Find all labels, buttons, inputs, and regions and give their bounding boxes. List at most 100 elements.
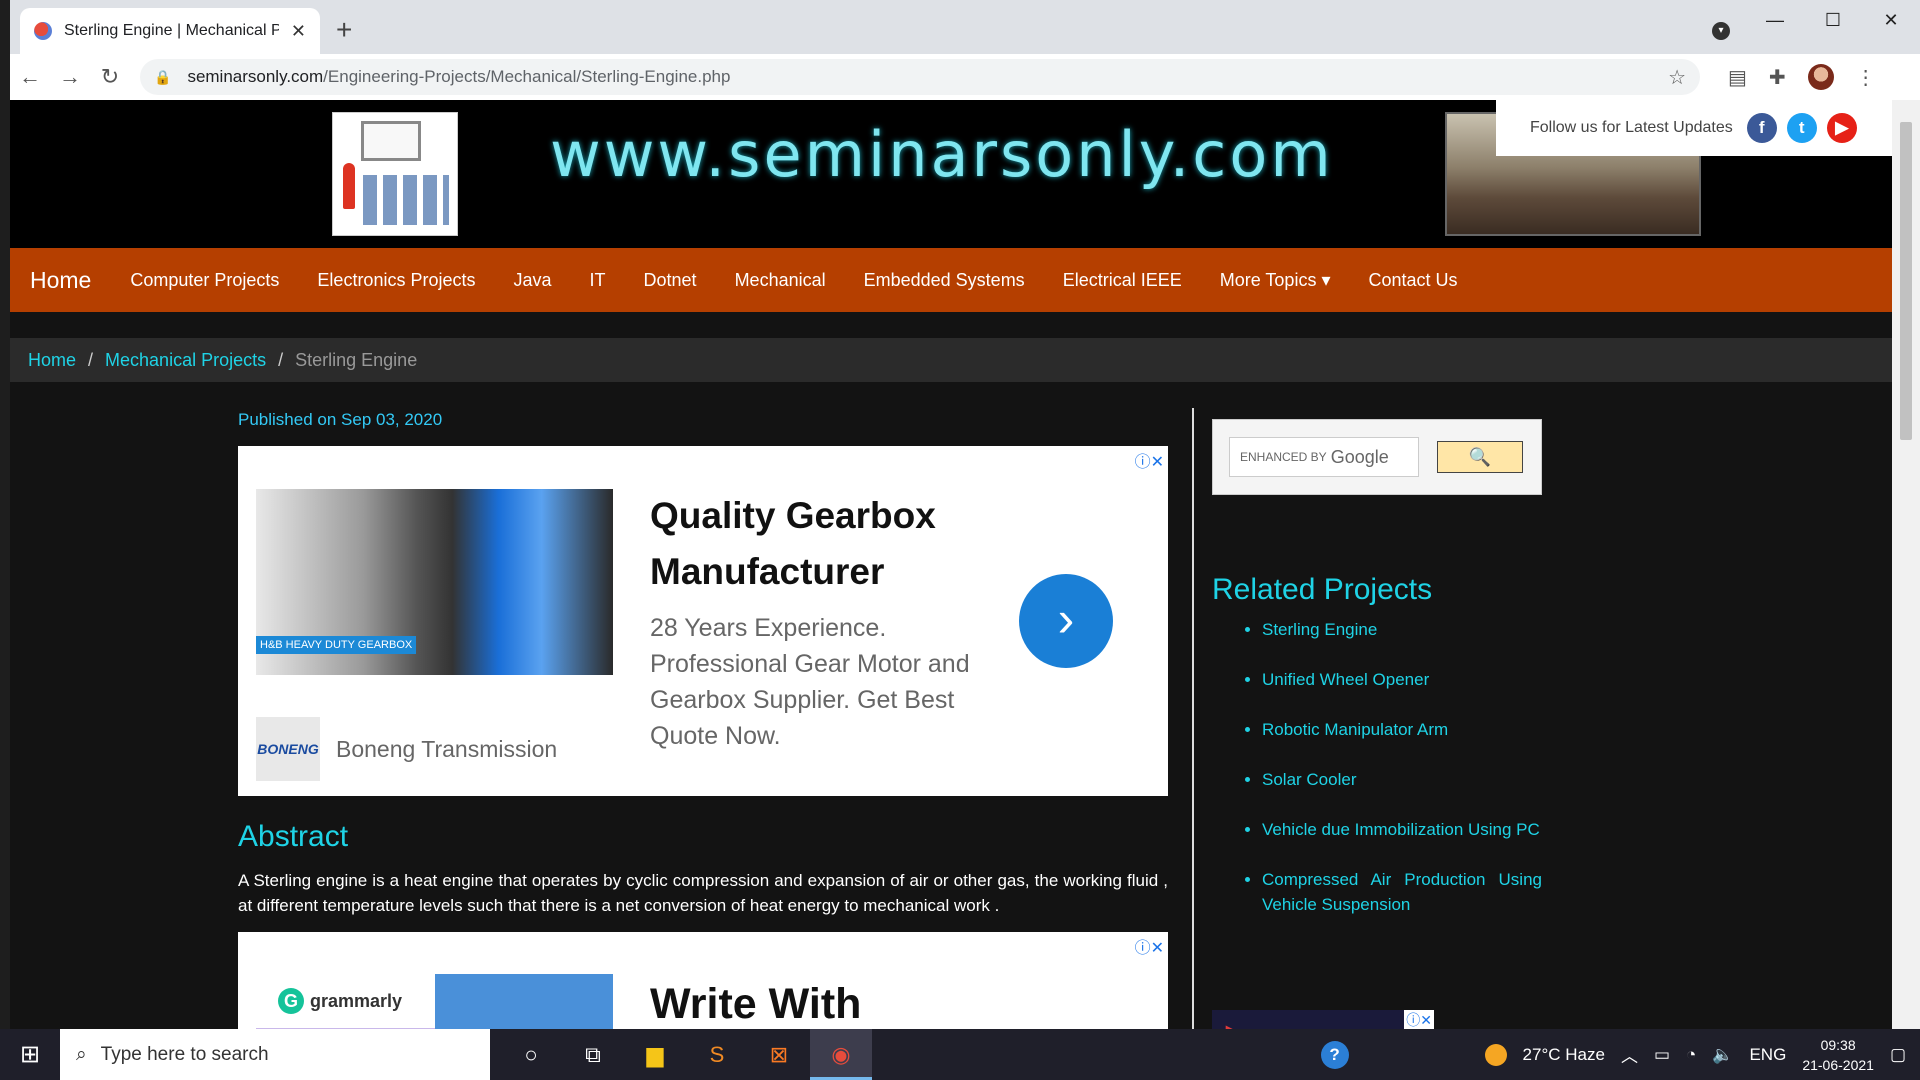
help-icon[interactable]: ? [1320,1040,1349,1069]
toolbar-icons: ▤ ✚ ⋮ [1728,64,1876,90]
nav-java[interactable]: Java [494,270,570,291]
search-button[interactable]: 🔍 [1437,441,1523,473]
clock-date: 21-06-2021 [1802,1056,1874,1073]
related-link[interactable]: Robotic Manipulator Arm [1262,717,1542,742]
taskbar-search[interactable]: ⌕ Type here to search [60,1029,490,1080]
site-logo-image[interactable] [332,112,458,236]
google-search-box: ENHANCED BY Google 🔍 [1212,419,1542,495]
web-page: www.seminarsonly.com Follow us for Lates… [10,100,1892,1029]
related-link[interactable]: Sterling Engine [1262,617,1542,642]
page-scrollbar[interactable] [1892,100,1920,1029]
search-input[interactable]: ENHANCED BY Google [1229,437,1419,477]
facebook-icon[interactable]: f [1746,113,1777,143]
related-projects-list: Sterling Engine Unified Wheel Opener Rob… [1212,617,1542,917]
system-tray: ? 27°C Haze ︿ ▭ ◔ 🔈 ENG 09:38 21-06-2021… [1320,1035,1920,1075]
abstract-heading: Abstract [238,820,349,853]
tab-search-icon[interactable]: ▾ [1712,22,1730,40]
nav-mechanical[interactable]: Mechanical [716,270,845,291]
language-indicator[interactable]: ENG [1749,1045,1786,1065]
nav-computer-projects[interactable]: Computer Projects [111,270,298,291]
extension-icon[interactable]: ▤ [1728,65,1747,90]
file-explorer-icon[interactable]: ▆ [624,1029,686,1080]
related-link[interactable]: Vehicle due Immobilization Using PC [1262,817,1542,842]
ad-choices-icon[interactable]: ⓘ✕ [1404,1010,1434,1029]
site-title: www.seminarsonly.com [550,118,1334,191]
ad-brand[interactable]: Boneng Transmission [336,736,557,763]
related-link[interactable]: Compressed Air Production Using Vehicle … [1262,867,1542,917]
gearbox-ad[interactable]: ⓘ✕ H&B HEAVY DUTY GEARBOX Quality Gearbo… [238,446,1168,796]
nav-it[interactable]: IT [571,270,625,291]
volume-icon[interactable]: 🔈 [1712,1045,1733,1065]
related-projects-heading: Related Projects [1212,573,1433,606]
related-link[interactable]: Solar Cooler [1262,767,1542,792]
xampp-icon[interactable]: ⊠ [748,1029,810,1080]
back-icon[interactable]: ← [10,64,50,90]
taskbar-search-placeholder: Type here to search [100,1043,269,1065]
close-tab-icon[interactable]: ✕ [291,21,306,42]
nav-more-topics[interactable]: More Topics ▾ [1201,270,1350,291]
related-link[interactable]: Unified Wheel Opener [1262,667,1542,692]
favicon-icon [34,22,52,40]
ad-image-tag: H&B HEAVY DUTY GEARBOX [256,636,417,654]
task-view-icon[interactable]: ⧉ [562,1029,624,1080]
ad-choices-icon[interactable]: ⓘ✕ [1135,934,1164,958]
puzzle-icon[interactable]: ✚ [1769,65,1786,90]
profile-avatar-icon[interactable] [1807,64,1834,90]
windows-taskbar: ⊞ ⌕ Type here to search ○ ⧉ ▆ S ⊠ ◉ ? 27… [0,1029,1920,1080]
grammarly-ad[interactable]: ⓘ✕ Ggrammarly Write With [238,932,1168,1029]
weather-icon[interactable] [1484,1043,1507,1066]
grammarly-logo[interactable]: Ggrammarly [278,988,402,1014]
ad-choices-icon[interactable]: ⓘ✕ [1135,448,1164,472]
sidebar-ad[interactable]: ▶ ⓘ✕ [1212,1010,1434,1029]
breadcrumb-home[interactable]: Home [28,350,76,371]
tray-chevron-icon[interactable]: ︿ [1621,1042,1638,1067]
abstract-text: A Sterling engine is a heat engine that … [238,871,1168,915]
nav-embedded-systems[interactable]: Embedded Systems [845,270,1044,291]
twitter-icon[interactable]: t [1786,113,1817,143]
ad-image[interactable]: H&B HEAVY DUTY GEARBOX [256,489,613,675]
browser-chrome: Sterling Engine | Mechanical Proj ✕ + ▾ … [10,0,1920,100]
address-bar[interactable]: 🔒 seminarsonly.com/Engineering-Projects/… [140,59,1700,95]
ad-arrow-icon[interactable]: › [1019,574,1113,668]
ad-brand-logo[interactable]: BONENG [256,717,320,781]
menu-dots-icon[interactable]: ⋮ [1856,65,1876,90]
ad-title[interactable]: Quality Gearbox Manufacturer [650,488,970,600]
ad2-screenshot[interactable] [435,974,613,1029]
main-content: Published on Sep 03, 2020 ⓘ✕ H&B HEAVY D… [238,410,1168,1029]
breadcrumb-separator: / [88,349,94,370]
column-divider [1192,408,1194,1029]
browser-tab[interactable]: Sterling Engine | Mechanical Proj ✕ [20,8,320,54]
nav-home[interactable]: Home [10,267,111,294]
grammarly-g-icon: G [278,988,304,1014]
youtube-icon[interactable]: ▶ [1826,113,1857,143]
nav-electronics-projects[interactable]: Electronics Projects [298,270,494,291]
sublime-text-icon[interactable]: S [686,1029,748,1080]
maximize-icon[interactable]: ☐ [1804,0,1862,40]
bookmark-star-icon[interactable]: ☆ [1668,65,1686,90]
url-text[interactable]: seminarsonly.com/Engineering-Projects/Me… [187,67,1668,87]
cortana-icon[interactable]: ○ [500,1029,562,1080]
chrome-icon[interactable]: ◉ [810,1029,872,1080]
breadcrumb-mechanical[interactable]: Mechanical Projects [105,350,266,371]
minimize-icon[interactable]: — [1746,0,1804,40]
clock[interactable]: 09:38 21-06-2021 [1802,1035,1874,1075]
weather-text[interactable]: 27°C Haze [1523,1045,1605,1065]
search-icon: ⌕ [76,1043,87,1065]
new-tab-icon[interactable]: + [336,16,352,44]
ad2-title[interactable]: Write With [650,980,861,1029]
battery-icon[interactable]: ▭ [1654,1045,1670,1065]
notifications-icon[interactable]: ▢ [1890,1045,1906,1065]
nav-electrical-ieee[interactable]: Electrical IEEE [1044,270,1201,291]
reload-icon[interactable]: ↻ [90,64,130,90]
nav-contact-us[interactable]: Contact Us [1349,270,1476,291]
lock-icon[interactable]: 🔒 [154,69,171,86]
windows-start-icon[interactable]: ⊞ [0,1040,60,1069]
wifi-icon[interactable]: ◔ [1686,1045,1696,1065]
search-icon: 🔍 [1468,447,1492,467]
nav-dotnet[interactable]: Dotnet [625,270,716,291]
forward-icon[interactable]: → [50,64,90,90]
ad-text[interactable]: 28 Years Experience. Professional Gear M… [650,610,970,754]
scrollbar-thumb[interactable] [1900,122,1912,440]
close-window-icon[interactable]: ✕ [1862,0,1920,40]
sidebar-ad-text: ▶ [1226,1020,1241,1029]
